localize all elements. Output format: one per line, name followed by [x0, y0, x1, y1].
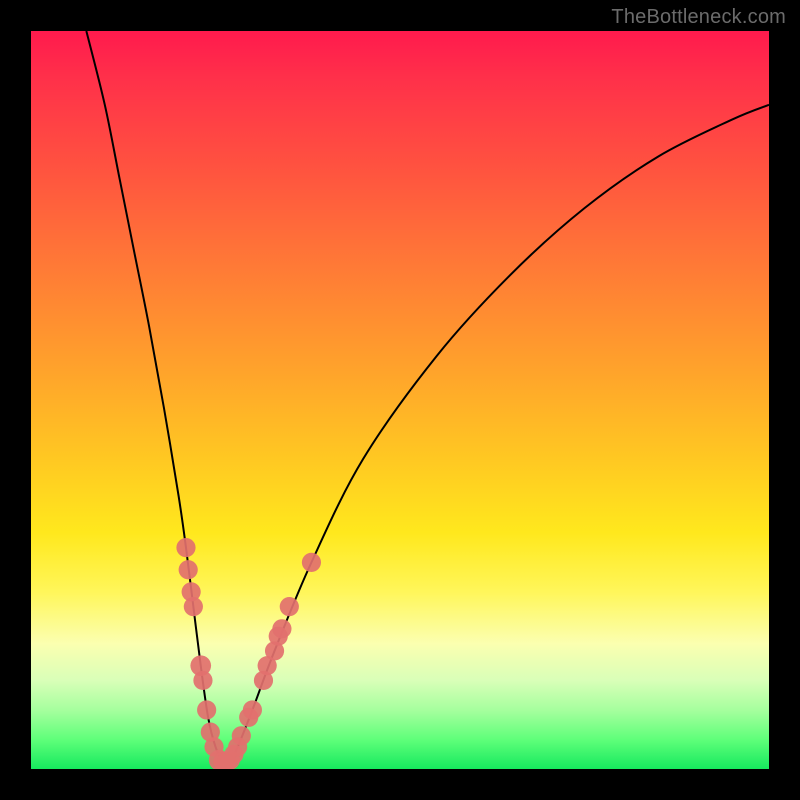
- data-marker: [302, 553, 321, 572]
- data-marker: [184, 597, 203, 616]
- watermark-text: TheBottleneck.com: [611, 6, 786, 29]
- bottleneck-curve: [86, 31, 769, 763]
- curve-layer: [31, 31, 769, 769]
- data-marker: [280, 597, 299, 616]
- plot-area: [31, 31, 769, 769]
- data-marker: [272, 619, 291, 638]
- data-marker: [176, 538, 195, 557]
- data-marker: [179, 560, 198, 579]
- data-marker: [232, 726, 251, 745]
- data-marker: [197, 700, 216, 719]
- data-marker: [243, 700, 262, 719]
- chart-frame: TheBottleneck.com: [0, 0, 800, 800]
- data-marker: [193, 671, 212, 690]
